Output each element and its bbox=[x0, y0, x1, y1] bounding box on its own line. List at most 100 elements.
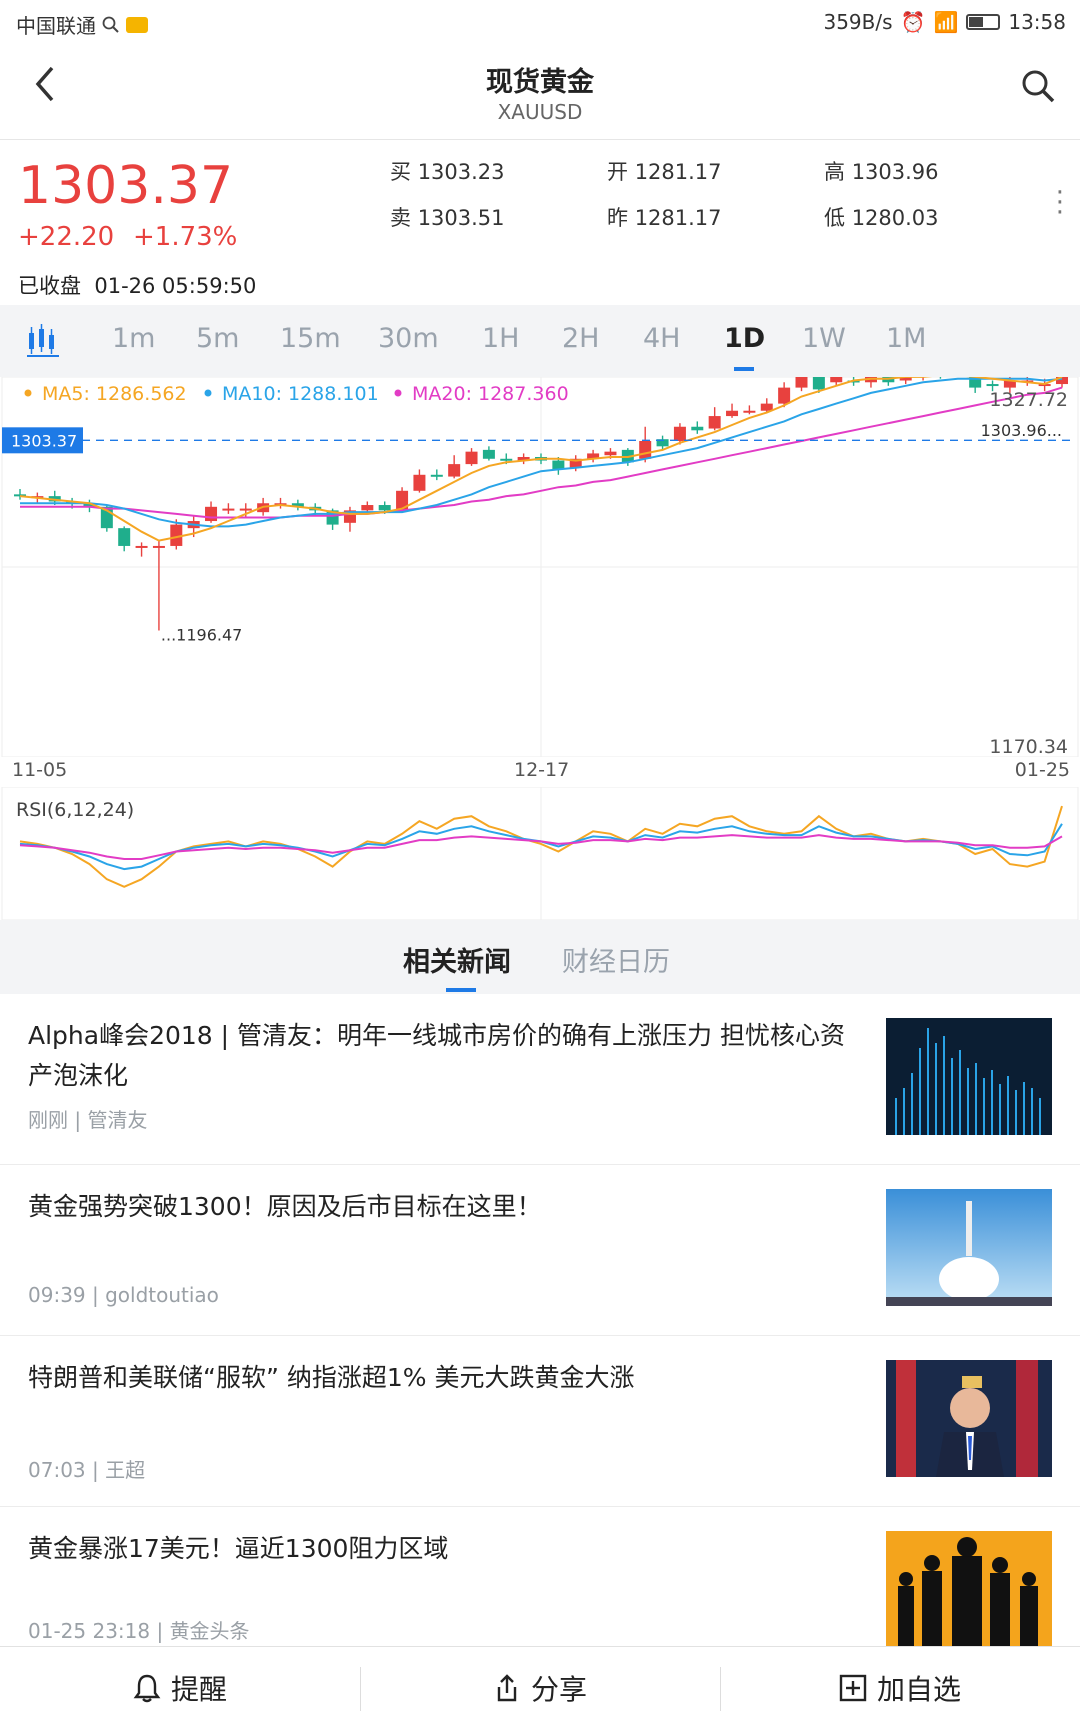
alarm-icon: ⏰ bbox=[900, 10, 926, 34]
chart-type-icon[interactable] bbox=[26, 321, 60, 361]
add-box-icon bbox=[839, 1674, 867, 1702]
candle-body bbox=[500, 458, 513, 461]
candlestick-icon bbox=[27, 324, 59, 357]
tab-finance-calendar[interactable]: 财经日历 bbox=[562, 940, 670, 979]
tab-timeframe-2H[interactable]: 2H bbox=[562, 323, 599, 354]
news-thumbnail bbox=[886, 1018, 1052, 1135]
market-status: 已收盘 01-26 05:59:50 bbox=[18, 274, 257, 298]
candle-body bbox=[708, 416, 721, 429]
price-change: +22.20 bbox=[18, 222, 115, 252]
news-title: Alpha峰会2018 | 管清友：明年一线城市房价的确有上涨压力 担忧核心资产… bbox=[28, 1021, 845, 1090]
candle-body bbox=[795, 377, 808, 388]
legend-label: MA5: 1286.562 bbox=[42, 383, 187, 405]
prev-close-price: 昨 1281.17 bbox=[607, 206, 722, 230]
candle-body bbox=[760, 403, 773, 411]
candle-body bbox=[743, 410, 756, 413]
candle-body bbox=[691, 426, 704, 431]
legend-label: MA10: 1288.101 bbox=[222, 383, 379, 405]
header: 现货黄金 XAUUSD bbox=[0, 46, 1080, 140]
news-meta: 01-25 23:18 | 黄金头条 bbox=[28, 1619, 250, 1643]
last-price: 1303.37 bbox=[18, 156, 234, 216]
candle-body bbox=[135, 545, 148, 548]
carrier-label: 中国联通 bbox=[16, 14, 96, 38]
low-price: 低 1280.03 bbox=[824, 206, 939, 230]
candle-body bbox=[604, 451, 617, 456]
buy-price: 买 1303.23 bbox=[390, 160, 505, 184]
bell-icon bbox=[133, 1674, 161, 1703]
legend-marker bbox=[204, 389, 212, 397]
news-title: 黄金强势突破1300！原因及后市目标在这里！ bbox=[28, 1192, 542, 1221]
candle-body bbox=[726, 410, 739, 417]
tab-active-indicator bbox=[446, 988, 476, 992]
news-title: 特朗普和美联储“服软” 纳指涨超1% 美元大跌黄金大涨 bbox=[28, 1363, 635, 1392]
news-meta: 07:03 | 王超 bbox=[28, 1458, 146, 1482]
share-icon bbox=[497, 1674, 517, 1702]
news-item[interactable]: Alpha峰会2018 | 管清友：明年一线城市房价的确有上涨压力 担忧核心资产… bbox=[0, 994, 1080, 1165]
tab-timeframe-5m[interactable]: 5m bbox=[196, 323, 239, 354]
wifi-icon: 📶 bbox=[933, 10, 959, 34]
alert-button[interactable]: 提醒 bbox=[0, 1647, 360, 1728]
candle-body bbox=[812, 377, 825, 390]
news-tabs: 相关新闻 财经日历 bbox=[0, 920, 1080, 994]
tab-timeframe-4H[interactable]: 4H bbox=[643, 323, 680, 354]
legend-label: MA20: 1287.360 bbox=[412, 383, 569, 405]
rsi-chart[interactable]: RSI(6,12,24) bbox=[0, 787, 1080, 920]
candle-body bbox=[378, 505, 391, 511]
price-change-pct: +1.73% bbox=[133, 222, 238, 252]
candle-body bbox=[413, 474, 426, 491]
more-options-icon[interactable]: · · · bbox=[1056, 180, 1064, 226]
y-axis-min-label: 1170.34 bbox=[989, 736, 1068, 757]
tab-timeframe-1H[interactable]: 1H bbox=[482, 323, 519, 354]
candlestick-chart[interactable]: 1303.37 MA5: 1286.562 MA10: 1288.101 MA20: … bbox=[0, 377, 1080, 757]
bottom-action-bar: 提醒 分享 加自选 bbox=[0, 1646, 1080, 1728]
symbol-label: XAUUSD bbox=[497, 100, 583, 124]
tab-timeframe-1D[interactable]: 1D bbox=[724, 323, 765, 354]
timeframe-active-indicator bbox=[734, 367, 754, 371]
timeframe-bar: 1m 5m 15m 30m 1H 2H 4H 1D 1W 1M bbox=[0, 305, 1080, 377]
candle-body bbox=[222, 508, 235, 511]
news-meta: 09:39 | goldtoutiao bbox=[28, 1283, 219, 1307]
news-thumbnail bbox=[886, 1531, 1052, 1648]
candle-body bbox=[465, 451, 478, 465]
candle-body bbox=[482, 449, 495, 459]
rsi-title: RSI(6,12,24) bbox=[16, 799, 134, 821]
candle-body bbox=[239, 508, 252, 511]
candle-body bbox=[778, 387, 791, 404]
status-bar: 中国联通 359B/s ⏰ 📶 13:58 bbox=[0, 0, 1080, 46]
add-watchlist-button[interactable]: 加自选 bbox=[720, 1647, 1080, 1728]
tab-related-news[interactable]: 相关新闻 bbox=[403, 940, 511, 979]
battery-icon bbox=[966, 14, 1001, 30]
current-price-label: 1303.37 bbox=[11, 431, 77, 450]
sell-price: 卖 1303.51 bbox=[390, 206, 505, 230]
news-thumbnail bbox=[886, 1360, 1052, 1477]
news-item[interactable]: 特朗普和美联储“服软” 纳指涨超1% 美元大跌黄金大涨 07:03 | 王超 bbox=[0, 1336, 1080, 1507]
news-thumbnail bbox=[886, 1189, 1052, 1306]
open-price: 开 1281.17 bbox=[607, 160, 722, 184]
tab-timeframe-1W[interactable]: 1W bbox=[802, 323, 846, 354]
search-icon bbox=[102, 16, 119, 33]
candle-body bbox=[118, 528, 131, 546]
candle-body bbox=[205, 506, 218, 522]
candle-body bbox=[361, 505, 374, 511]
candle-body bbox=[430, 474, 443, 477]
share-button[interactable]: 分享 bbox=[360, 1647, 720, 1728]
candle-body bbox=[152, 545, 165, 548]
mail-icon bbox=[126, 16, 148, 33]
tab-timeframe-1M[interactable]: 1M bbox=[886, 323, 926, 354]
candle-body bbox=[448, 464, 461, 477]
candle-body bbox=[986, 384, 999, 387]
search-button[interactable] bbox=[1020, 68, 1056, 108]
tab-timeframe-1m[interactable]: 1m bbox=[112, 323, 155, 354]
max-price-annotation: 1303.96... bbox=[981, 421, 1062, 440]
news-meta: 刚刚 | 管清友 bbox=[28, 1108, 148, 1132]
tab-timeframe-30m[interactable]: 30m bbox=[378, 323, 439, 354]
candle-body bbox=[673, 426, 686, 441]
network-speed: 359B/s bbox=[823, 10, 893, 34]
page-title: 现货黄金 bbox=[486, 67, 594, 98]
x-axis: 11-05 12-17 01-25 bbox=[0, 757, 1080, 787]
tab-timeframe-15m[interactable]: 15m bbox=[280, 323, 341, 354]
candle-body bbox=[830, 377, 843, 383]
legend-marker bbox=[24, 389, 32, 397]
min-price-annotation: ...1196.47 bbox=[161, 626, 242, 645]
news-item[interactable]: 黄金强势突破1300！原因及后市目标在这里！ 09:39 | goldtouti… bbox=[0, 1165, 1080, 1336]
